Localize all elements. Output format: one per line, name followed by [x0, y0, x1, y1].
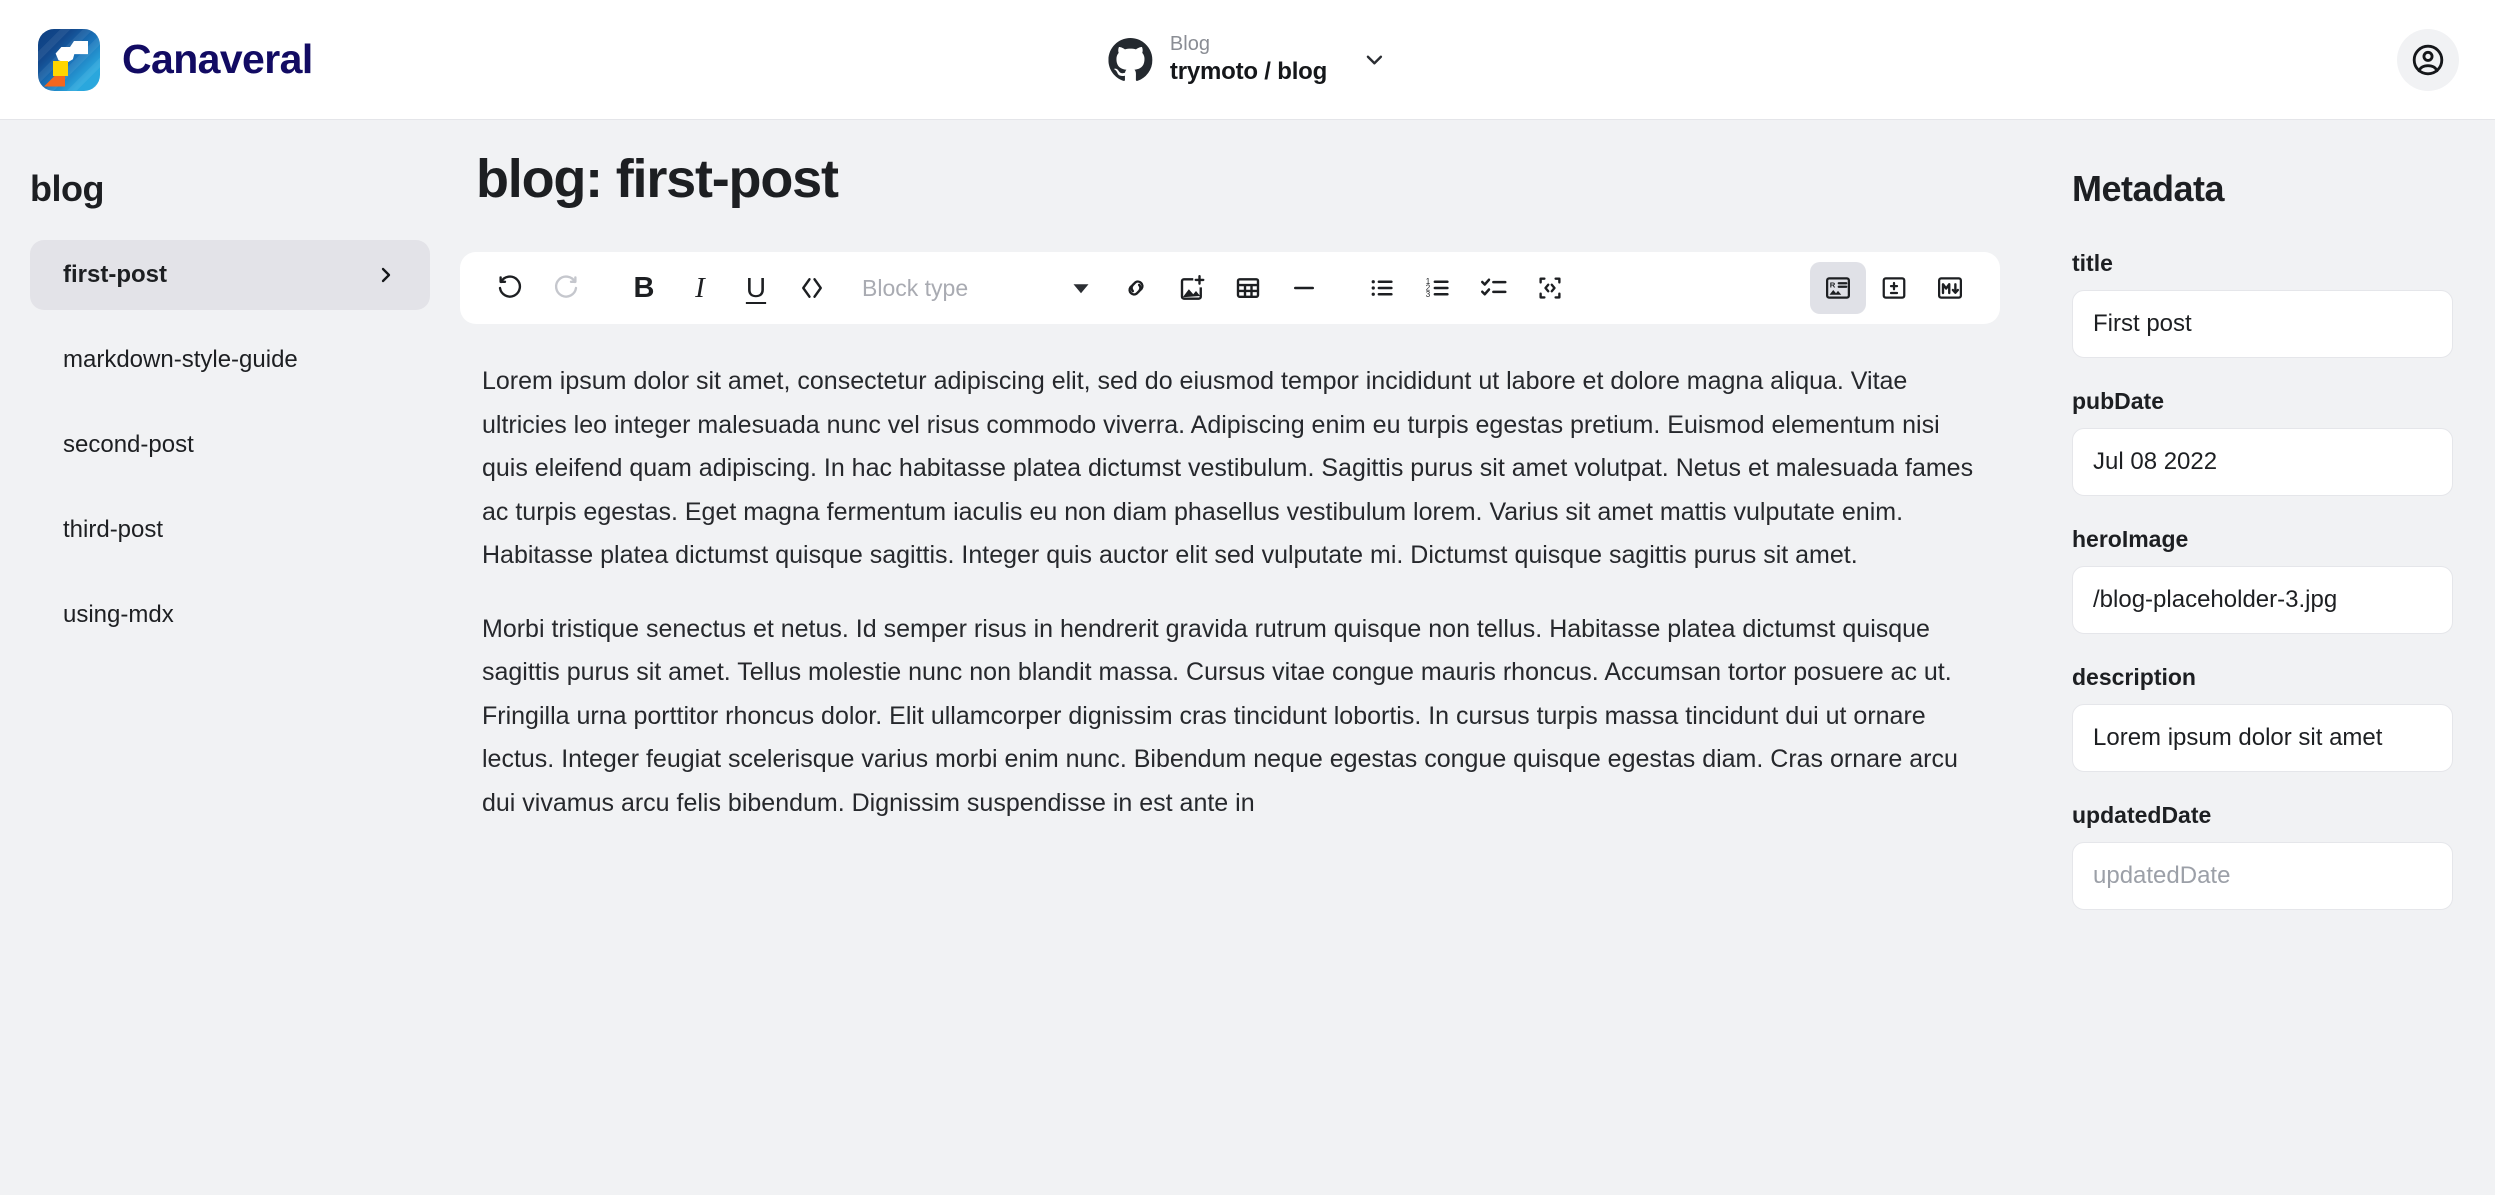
metadata-input-heroimage[interactable] — [2072, 566, 2453, 634]
block-type-placeholder: Block type — [862, 274, 969, 301]
markdown-view-icon — [1937, 277, 1962, 299]
metadata-label-description: description — [2072, 664, 2196, 690]
canaveral-rocket-logo-icon — [38, 28, 100, 91]
sidebar-title: blog — [30, 168, 104, 209]
code-brackets-icon — [802, 278, 822, 298]
sidebar-item-label: markdown-style-guide — [63, 346, 298, 373]
document-body[interactable]: Lorem ipsum dolor sit amet, consectetur … — [460, 360, 2000, 825]
bold-icon: B — [633, 271, 655, 304]
metadata-input-description[interactable] — [2072, 704, 2453, 772]
brand[interactable]: Canaveral — [38, 28, 313, 91]
sidebar-item-label: third-post — [63, 516, 164, 543]
svg-text:3: 3 — [1426, 290, 1431, 299]
repo-picker[interactable]: Blog trymoto / blog — [1107, 33, 1387, 86]
rich-text-view-icon: R — [1825, 277, 1850, 299]
image-plus-icon — [1180, 274, 1205, 300]
app-shell: blog first-post markdown-style-guide sec… — [0, 120, 2495, 1195]
inline-code-button[interactable] — [784, 262, 840, 314]
metadata-label-updateddate: updatedDate — [2072, 802, 2212, 828]
app-header: Canaveral Blog trymoto / blog — [0, 0, 2495, 120]
metadata-input-updateddate[interactable] — [2072, 842, 2453, 910]
github-icon — [1107, 37, 1152, 81]
horizontal-rule-icon — [1294, 286, 1314, 290]
block-type-select[interactable]: Block type — [854, 262, 1102, 314]
view-markdown-button[interactable] — [1922, 262, 1978, 314]
bold-button[interactable]: B — [616, 262, 672, 314]
account-button[interactable] — [2397, 28, 2459, 91]
redo-button[interactable] — [538, 262, 594, 314]
link-icon — [1128, 280, 1144, 296]
repo-name-label: trymoto / blog — [1169, 57, 1328, 85]
code-block-icon — [1539, 277, 1561, 299]
sidebar-item-first-post[interactable]: first-post — [30, 240, 430, 310]
svg-text:R: R — [1830, 280, 1836, 289]
sidebar-item-using-mdx[interactable]: using-mdx — [30, 580, 430, 650]
chevron-down-icon[interactable] — [1361, 47, 1387, 73]
view-rich-text-button[interactable]: R — [1810, 262, 1866, 314]
insert-link-button[interactable] — [1108, 262, 1164, 314]
checklist-button[interactable] — [1466, 262, 1522, 314]
undo-icon — [498, 275, 522, 298]
metadata-label-pubdate: pubDate — [2072, 388, 2164, 414]
editor-toolbar: B I U Block type 1 2 3 R — [460, 252, 2000, 324]
numbered-list-icon: 1 2 3 — [1426, 277, 1449, 299]
sidebar-item-second-post[interactable]: second-post — [30, 410, 430, 480]
view-diff-button[interactable] — [1866, 262, 1922, 314]
sidebar-item-label: using-mdx — [63, 601, 174, 628]
chevron-down-icon — [1073, 284, 1089, 294]
metadata-title: Metadata — [2072, 168, 2225, 209]
sidebar: blog first-post markdown-style-guide sec… — [0, 120, 460, 1195]
metadata-label-title: title — [2072, 250, 2113, 276]
paragraph[interactable]: Lorem ipsum dolor sit amet, consectetur … — [482, 360, 1974, 578]
metadata-input-pubdate[interactable] — [2072, 428, 2453, 496]
paragraph[interactable]: Morbi tristique senectus et netus. Id se… — [482, 608, 1974, 826]
table-icon — [1236, 278, 1260, 298]
underline-button[interactable]: U — [728, 262, 784, 314]
horizontal-rule-button[interactable] — [1276, 262, 1332, 314]
italic-button[interactable]: I — [672, 262, 728, 314]
metadata-input-title[interactable] — [2072, 290, 2453, 358]
page-title: blog: first-post — [476, 149, 839, 209]
sidebar-item-markdown-style-guide[interactable]: markdown-style-guide — [30, 325, 430, 395]
account-circle-icon — [2412, 44, 2444, 75]
italic-icon: I — [695, 271, 705, 304]
brand-name: Canaveral — [122, 36, 313, 82]
redo-icon — [554, 275, 578, 298]
insert-image-button[interactable] — [1164, 262, 1220, 314]
underline-icon: U — [745, 272, 767, 303]
chevron-right-icon — [374, 263, 398, 287]
sidebar-item-label: second-post — [63, 431, 194, 458]
metadata-panel: Metadata title pubDate heroImage descrip… — [2040, 120, 2495, 1195]
diff-view-icon — [1882, 277, 1906, 299]
undo-button[interactable] — [482, 262, 538, 314]
repo-kind-label: Blog — [1169, 33, 1210, 56]
checklist-icon — [1480, 278, 1507, 296]
code-block-button[interactable] — [1522, 262, 1578, 314]
metadata-label-heroimage: heroImage — [2072, 526, 2189, 552]
sidebar-item-label: first-post — [63, 261, 167, 288]
insert-table-button[interactable] — [1220, 262, 1276, 314]
sidebar-item-third-post[interactable]: third-post — [30, 495, 430, 565]
numbered-list-button[interactable]: 1 2 3 — [1410, 262, 1466, 314]
bulleted-list-icon — [1371, 280, 1393, 296]
editor-column: blog: first-post B I U Block type 1 2 3 … — [460, 120, 2040, 1195]
bulleted-list-button[interactable] — [1354, 262, 1410, 314]
